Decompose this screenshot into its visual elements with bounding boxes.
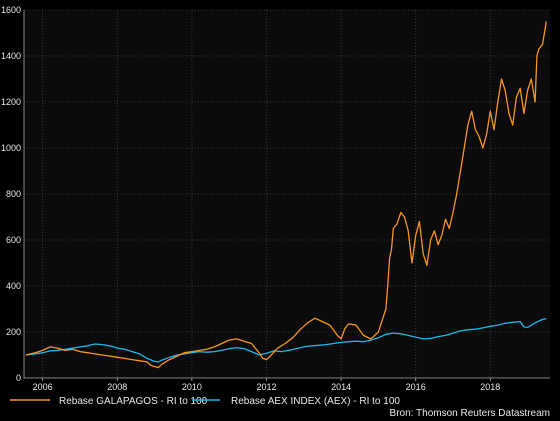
x-tick-label: 2018 [480,382,500,392]
y-tick-label: 400 [6,281,21,291]
y-tick-label: 800 [6,189,21,199]
legend-label-aex: Rebase AEX INDEX (AEX) - RI to 100 [231,396,400,407]
y-tick-label: 1000 [1,143,21,153]
source-note: Bron: Thomson Reuters Datastream [390,408,550,419]
grid-lines [24,9,550,378]
y-tick-label: 1200 [1,97,21,107]
x-tick-label: 2014 [331,382,351,392]
x-tick-label: 2010 [182,382,202,392]
y-tick-label: 200 [6,327,21,337]
x-tick-label: 2012 [256,382,276,392]
x-tick-label: 2006 [33,382,53,392]
x-tick-label: 2008 [107,382,127,392]
line-chart: 0 200 400 600 800 1000 1200 1400 1600 2006 2008 201… [0,0,560,421]
legend: Rebase GALAPAGOS - RI to 100 Rebase AEX … [10,396,400,407]
x-tick-label: 2016 [406,382,426,392]
y-tick-label: 0 [16,373,21,383]
y-tick-label: 1600 [1,5,21,15]
y-tick-label: 1400 [1,51,21,61]
legend-label-galapagos: Rebase GALAPAGOS - RI to 100 [59,396,208,407]
y-tick-label: 600 [6,235,21,245]
